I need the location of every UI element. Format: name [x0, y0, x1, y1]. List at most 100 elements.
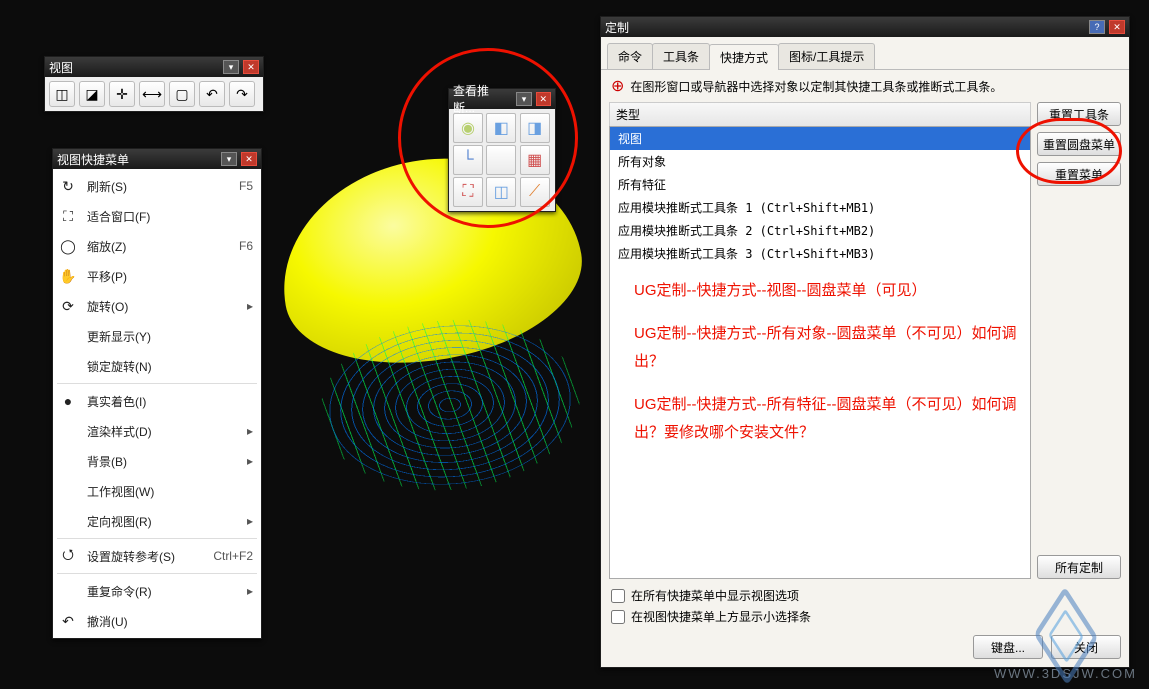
- tab-toolbar[interactable]: 工具条: [652, 43, 710, 69]
- menu-item-accelerator: Ctrl+F2: [213, 549, 253, 563]
- menu-item-icon: [57, 580, 79, 602]
- work-view-item[interactable]: 工作视图(W): [53, 476, 261, 506]
- cube-solid-icon[interactable]: ◨: [520, 113, 550, 143]
- tab-shortcuts[interactable]: 快捷方式: [709, 44, 779, 70]
- style-icon[interactable]: ⟋: [520, 177, 550, 207]
- repeat-cmd-item[interactable]: 重复命令(R) ▸: [53, 576, 261, 606]
- sphere-icon[interactable]: ◉: [453, 113, 483, 143]
- lock-rotation-item[interactable]: 锁定旋转(N): [53, 351, 261, 381]
- customize-dialog: 定制 ? ✕ 命令工具条快捷方式图标/工具提示 ⊕ 在图形窗口或导航器中选择对象…: [600, 16, 1130, 668]
- cube-shaded-icon[interactable]: ◧: [486, 113, 516, 143]
- close-icon[interactable]: ✕: [243, 60, 259, 74]
- menu-item-icon: ⭯: [57, 545, 79, 567]
- menu-item-icon: [57, 450, 79, 472]
- extents-icon[interactable]: ⟷: [139, 81, 165, 107]
- trihedron-icon[interactable]: ✛: [109, 81, 135, 107]
- user-annotations: UG定制--快捷方式--视图--圆盘菜单（可见） UG定制--快捷方式--所有对…: [634, 277, 1020, 462]
- menu-item-icon: ↶: [57, 610, 79, 632]
- render-style-item[interactable]: 渲染样式(D) ▸: [53, 416, 261, 446]
- menu-item-label: 定向视图(R): [87, 513, 239, 530]
- menu-item-label: 真实着色(I): [87, 393, 253, 410]
- list-item[interactable]: 所有对象: [610, 150, 1030, 173]
- axes-icon[interactable]: └: [453, 145, 483, 175]
- dropdown-icon[interactable]: ▾: [223, 60, 239, 74]
- view-toolbar-title: 视图: [49, 59, 73, 76]
- menu-item-icon: [57, 480, 79, 502]
- tab-command[interactable]: 命令: [607, 43, 653, 69]
- dropdown-icon[interactable]: ▾: [221, 152, 237, 166]
- fit-window-item[interactable]: ⛶ 适合窗口(F): [53, 201, 261, 231]
- menu-item-icon: ●: [57, 390, 79, 412]
- menu-item-icon: ⛶: [57, 205, 79, 227]
- context-menu-title: 视图快捷菜单: [57, 151, 129, 168]
- close-icon[interactable]: ✕: [1109, 20, 1125, 34]
- orient-view-item[interactable]: 定向视图(R) ▸: [53, 506, 261, 536]
- refresh-item[interactable]: ↻刷新(S)F5: [53, 171, 261, 201]
- list-item[interactable]: 视图: [610, 127, 1030, 150]
- view-context-menu: 视图快捷菜单 ▾ ✕ ↻刷新(S)F5⛶适合窗口(F)◯缩放(Z)F6✋平移(P…: [52, 148, 262, 639]
- menu-item-label: 平移(P): [87, 268, 253, 285]
- reset-menu-button[interactable]: 重置菜单: [1037, 162, 1121, 186]
- watermark: WWW.3DSJW.COM: [994, 608, 1137, 681]
- pan-item[interactable]: ✋ 平移(P): [53, 261, 261, 291]
- menu-item-label: 刷新(S): [87, 178, 231, 195]
- help-icon[interactable]: ?: [1089, 20, 1105, 34]
- background-item[interactable]: 背景(B)▸: [53, 446, 261, 476]
- menu-item-label: 重复命令(R): [87, 583, 239, 600]
- menu-item-icon: [57, 510, 79, 532]
- menu-separator: [57, 383, 257, 384]
- menu-item-icon: [57, 420, 79, 442]
- update-display-item[interactable]: 更新显示(Y): [53, 321, 261, 351]
- hint-text: 在图形窗口或导航器中选择对象以定制其快捷工具条或推断式工具条。: [630, 78, 1002, 95]
- palette-title: 查看推断...: [453, 82, 508, 116]
- menu-item-label: 适合窗口(F): [87, 208, 253, 225]
- list-item[interactable]: 应用模块推断式工具条 2 (Ctrl+Shift+MB2): [610, 219, 1030, 242]
- menu-separator: [57, 538, 257, 539]
- tab-icons[interactable]: 图标/工具提示: [778, 43, 875, 69]
- menu-item-accelerator: F6: [239, 239, 253, 253]
- menu-item-label: 锁定旋转(N): [87, 358, 253, 375]
- menu-item-icon: ✋: [57, 265, 79, 287]
- chevron-right-icon: ▸: [247, 424, 253, 438]
- menu-item-label: 背景(B): [87, 453, 239, 470]
- rotate-item[interactable]: ⟳旋转(O)▸: [53, 291, 261, 321]
- view-toolbar-window: 视图 ▾ ✕ ◫◪✛⟷▢↶↷: [44, 56, 264, 112]
- cursor-plus-icon: ⊕: [611, 76, 624, 96]
- menu-item-icon: [57, 325, 79, 347]
- list-item[interactable]: 所有特征: [610, 173, 1030, 196]
- menu-item-label: 渲染样式(D): [87, 423, 239, 440]
- display-mode-icon[interactable]: ▢: [169, 81, 195, 107]
- checkbox[interactable]: [611, 589, 625, 603]
- checkbox[interactable]: [611, 610, 625, 624]
- menu-item-label: 更新显示(Y): [87, 328, 253, 345]
- reset-toolbar-button[interactable]: 重置工具条: [1037, 102, 1121, 126]
- list-header[interactable]: 类型: [609, 102, 1031, 126]
- infer-palette-window: 查看推断... ▾ ✕ ◉◧◨└ ▦⛶◫⟋: [448, 88, 556, 212]
- redo-icon[interactable]: ↷: [229, 81, 255, 107]
- close-icon[interactable]: ✕: [536, 92, 551, 106]
- reset-radial-button[interactable]: 重置圆盘菜单: [1037, 132, 1121, 156]
- undo-icon[interactable]: ↶: [199, 81, 225, 107]
- close-icon[interactable]: ✕: [241, 152, 257, 166]
- wireframe-icon[interactable]: ◫: [486, 177, 516, 207]
- true-shading-item[interactable]: ● 真实着色(I): [53, 386, 261, 416]
- chevron-right-icon: ▸: [247, 584, 253, 598]
- check-show-view-options[interactable]: 在所有快捷菜单中显示视图选项: [601, 585, 1129, 606]
- list-item[interactable]: 应用模块推断式工具条 3 (Ctrl+Shift+MB3): [610, 242, 1030, 265]
- fit-view-icon[interactable]: ◫: [49, 81, 75, 107]
- list-item[interactable]: 应用模块推断式工具条 1 (Ctrl+Shift+MB1): [610, 196, 1030, 219]
- undo-item[interactable]: ↶撤消(U): [53, 606, 261, 636]
- menu-item-accelerator: F5: [239, 179, 253, 193]
- all-custom-button[interactable]: 所有定制: [1037, 555, 1121, 579]
- dropdown-icon[interactable]: ▾: [516, 92, 531, 106]
- type-list[interactable]: 视图所有对象所有特征应用模块推断式工具条 1 (Ctrl+Shift+MB1)应…: [609, 126, 1031, 579]
- fit-icon[interactable]: ⛶: [453, 177, 483, 207]
- blank-icon[interactable]: [486, 145, 516, 175]
- menu-item-label: 旋转(O): [87, 298, 239, 315]
- menu-item-icon: [57, 355, 79, 377]
- zoom-item[interactable]: ◯缩放(Z)F6: [53, 231, 261, 261]
- chevron-right-icon: ▸: [247, 514, 253, 528]
- zoom-icon[interactable]: ◪: [79, 81, 105, 107]
- set-rotation-ref-item[interactable]: ⭯设置旋转参考(S)Ctrl+F2: [53, 541, 261, 571]
- layout-icon[interactable]: ▦: [520, 145, 550, 175]
